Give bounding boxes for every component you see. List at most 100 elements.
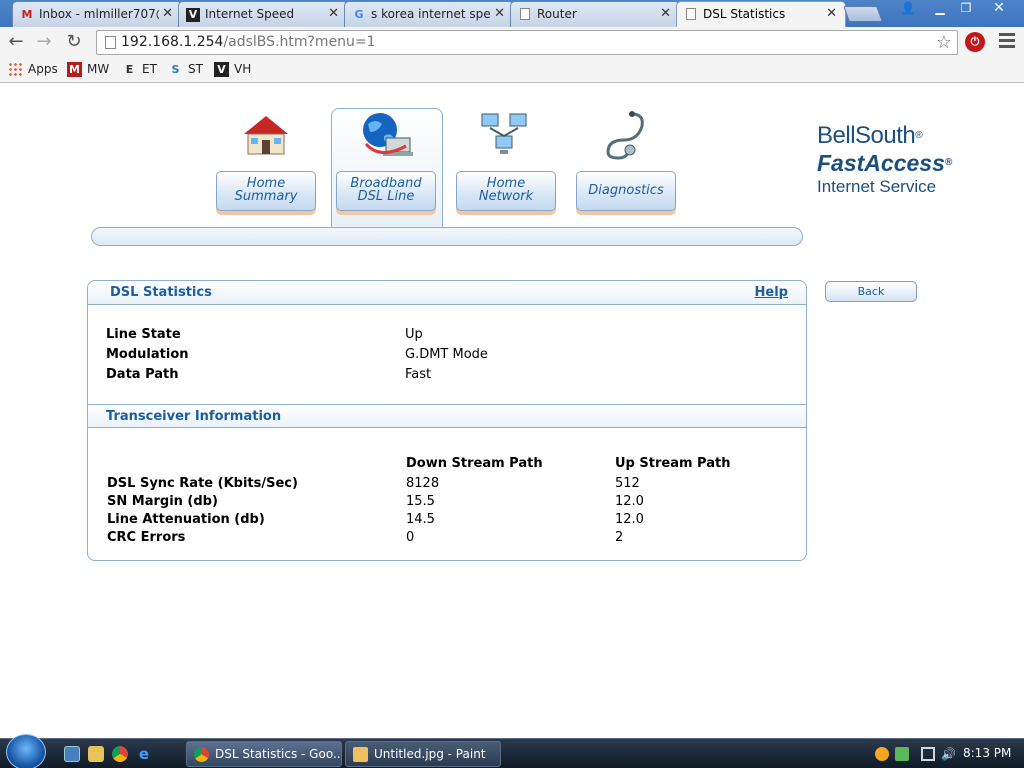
tab-title: DSL Statistics [703, 7, 786, 21]
tab-title: s korea internet speed [371, 7, 491, 21]
paint-icon [353, 747, 368, 762]
stat-up-value: 512 [615, 476, 640, 491]
close-window-icon[interactable]: ✕ [984, 0, 1014, 18]
restore-icon[interactable]: ❐ [954, 0, 978, 18]
stat-down-value: 0 [406, 530, 415, 545]
bellsouth-logo: BellSouth® FastAccess® Internet Service [817, 122, 957, 198]
explorer-icon[interactable] [88, 746, 104, 762]
taskbar-item-label: Untitled.jpg - Paint [374, 747, 486, 761]
nav-tab-home-network[interactable]: Home Network [456, 171, 556, 211]
apps-grid-icon [8, 62, 23, 77]
back-arrow-icon[interactable]: ← [4, 30, 28, 54]
stat-up-value: 2 [615, 530, 624, 545]
st-icon: S [171, 63, 180, 76]
brand-line2: FastAccess [817, 150, 945, 176]
line-state-value: Up [405, 327, 423, 342]
network-icon[interactable] [921, 747, 935, 761]
brand-line3: Internet Service [817, 177, 937, 196]
tab-title: Internet Speed [205, 7, 295, 21]
column-header-up: Up Stream Path [615, 456, 731, 471]
browser-tab-strip: M Inbox - mlmiller707@ ✕ V Internet Spee… [0, 0, 1024, 28]
panel-header: DSL Statistics Help [88, 281, 806, 305]
back-button[interactable]: Back [825, 281, 917, 302]
et-icon: E [125, 63, 134, 76]
help-link[interactable]: Help [755, 285, 788, 300]
chrome-menu-icon[interactable] [999, 33, 1015, 51]
bookmark-vh[interactable]: V VH [214, 62, 252, 77]
section-title: Transceiver Information [106, 409, 282, 424]
registered-mark: ® [915, 130, 923, 141]
tab-internet-speed[interactable]: V Internet Speed ✕ [178, 1, 348, 27]
stethoscope-icon[interactable] [596, 110, 656, 160]
url-text[interactable]: 192.168.1.254/adslBS.htm?menu=1 [121, 34, 376, 50]
transceiver-section-header: Transceiver Information [88, 404, 806, 428]
nav-tab-label: Network [478, 189, 534, 204]
nav-tab-broadband-dsl-line[interactable]: Broadband DSL Line [336, 171, 436, 211]
extension-stop-icon[interactable]: ⏻ [965, 32, 985, 52]
network-computers-icon[interactable] [476, 110, 536, 160]
bookmark-star-icon[interactable]: ☆ [936, 32, 952, 53]
nav-tab-home-summary[interactable]: Home Summary [216, 171, 316, 211]
tab-google-search[interactable]: G s korea internet speed ✕ [344, 1, 514, 27]
page-icon [686, 8, 696, 20]
tab-title: Inbox - mlmiller707@ [39, 7, 159, 21]
stat-label: CRC Errors [107, 530, 186, 545]
bookmark-et[interactable]: E ET [122, 62, 157, 76]
close-icon[interactable]: ✕ [162, 6, 173, 21]
google-icon: G [354, 8, 364, 21]
taskbar-item-chrome[interactable]: DSL Statistics - Goo... [186, 741, 342, 767]
stat-label: Line Attenuation (db) [107, 512, 265, 527]
bookmark-label: Apps [28, 62, 58, 76]
stat-up-value: 12.0 [615, 494, 644, 509]
stat-down-value: 14.5 [406, 512, 435, 527]
data-path-label: Data Path [106, 367, 179, 382]
tray-warning-icon[interactable] [875, 747, 889, 761]
bookmark-st[interactable]: S ST [168, 62, 203, 76]
stat-down-value: 15.5 [406, 494, 435, 509]
forward-arrow-icon[interactable]: → [32, 30, 56, 54]
gmail-icon: M [21, 8, 33, 21]
bookmark-label: VH [234, 62, 252, 76]
house-icon[interactable] [236, 110, 296, 160]
tray-security-icon[interactable] [895, 747, 909, 761]
taskbar-item-paint[interactable]: Untitled.jpg - Paint [345, 741, 501, 767]
page-icon [520, 8, 530, 20]
bookmark-label: ST [188, 62, 203, 76]
line-state-label: Line State [106, 327, 181, 342]
start-button[interactable] [6, 734, 46, 768]
stat-label: DSL Sync Rate (Kbits/Sec) [107, 476, 298, 491]
chrome-icon [194, 747, 209, 762]
close-icon[interactable]: ✕ [826, 6, 837, 21]
bookmark-label: MW [87, 62, 110, 76]
close-icon[interactable]: ✕ [328, 6, 339, 21]
bookmark-apps[interactable]: Apps [8, 62, 58, 77]
tab-inbox[interactable]: M Inbox - mlmiller707@ ✕ [12, 1, 182, 27]
address-bar[interactable]: 192.168.1.254/adslBS.htm?menu=1 ☆ [96, 30, 958, 55]
user-icon[interactable]: 👤 [896, 0, 920, 18]
reload-icon[interactable]: ↻ [62, 30, 86, 54]
taskbar-item-label: DSL Statistics - Goo... [215, 747, 342, 761]
browser-toolbar: ← → ↻ 192.168.1.254/adslBS.htm?menu=1 ☆ [0, 27, 1024, 58]
tab-router[interactable]: Router ✕ [510, 1, 680, 27]
nav-tab-diagnostics[interactable]: Diagnostics [576, 171, 676, 211]
close-icon[interactable]: ✕ [660, 6, 671, 21]
taskbar-clock[interactable]: 8:13 PM [963, 746, 1011, 760]
bookmarks-bar: Apps M MW E ET S ST V VH [0, 58, 1024, 83]
globe-laptop-icon[interactable] [356, 110, 416, 160]
volume-icon[interactable]: 🔊 [941, 747, 956, 761]
mw-icon: M [67, 62, 82, 77]
internet-explorer-icon[interactable]: e [136, 746, 152, 762]
show-desktop-icon[interactable] [64, 746, 80, 762]
page-icon [105, 36, 116, 49]
minimize-icon[interactable]: ▁ [928, 0, 952, 18]
close-icon[interactable]: ✕ [494, 6, 505, 21]
stat-label: SN Margin (db) [107, 494, 218, 509]
tab-title: Router [537, 7, 577, 21]
bookmark-mw[interactable]: M MW [67, 62, 110, 77]
bookmark-label: ET [142, 62, 157, 76]
new-tab-button[interactable] [843, 6, 883, 22]
modulation-value: G.DMT Mode [405, 347, 488, 362]
chrome-icon[interactable] [112, 746, 128, 762]
tab-dsl-statistics[interactable]: DSL Statistics ✕ [676, 1, 846, 28]
stat-down-value: 8128 [406, 476, 440, 491]
